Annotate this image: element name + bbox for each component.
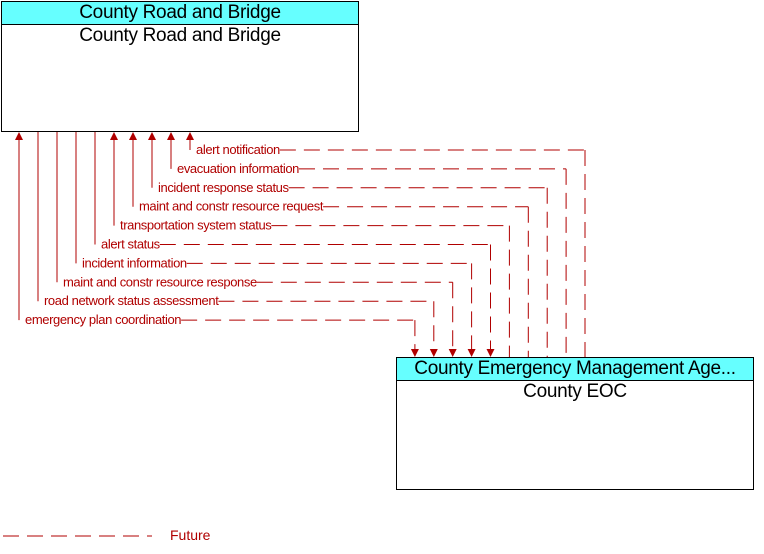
legend-label: Future (170, 527, 211, 543)
legend (3, 535, 152, 537)
